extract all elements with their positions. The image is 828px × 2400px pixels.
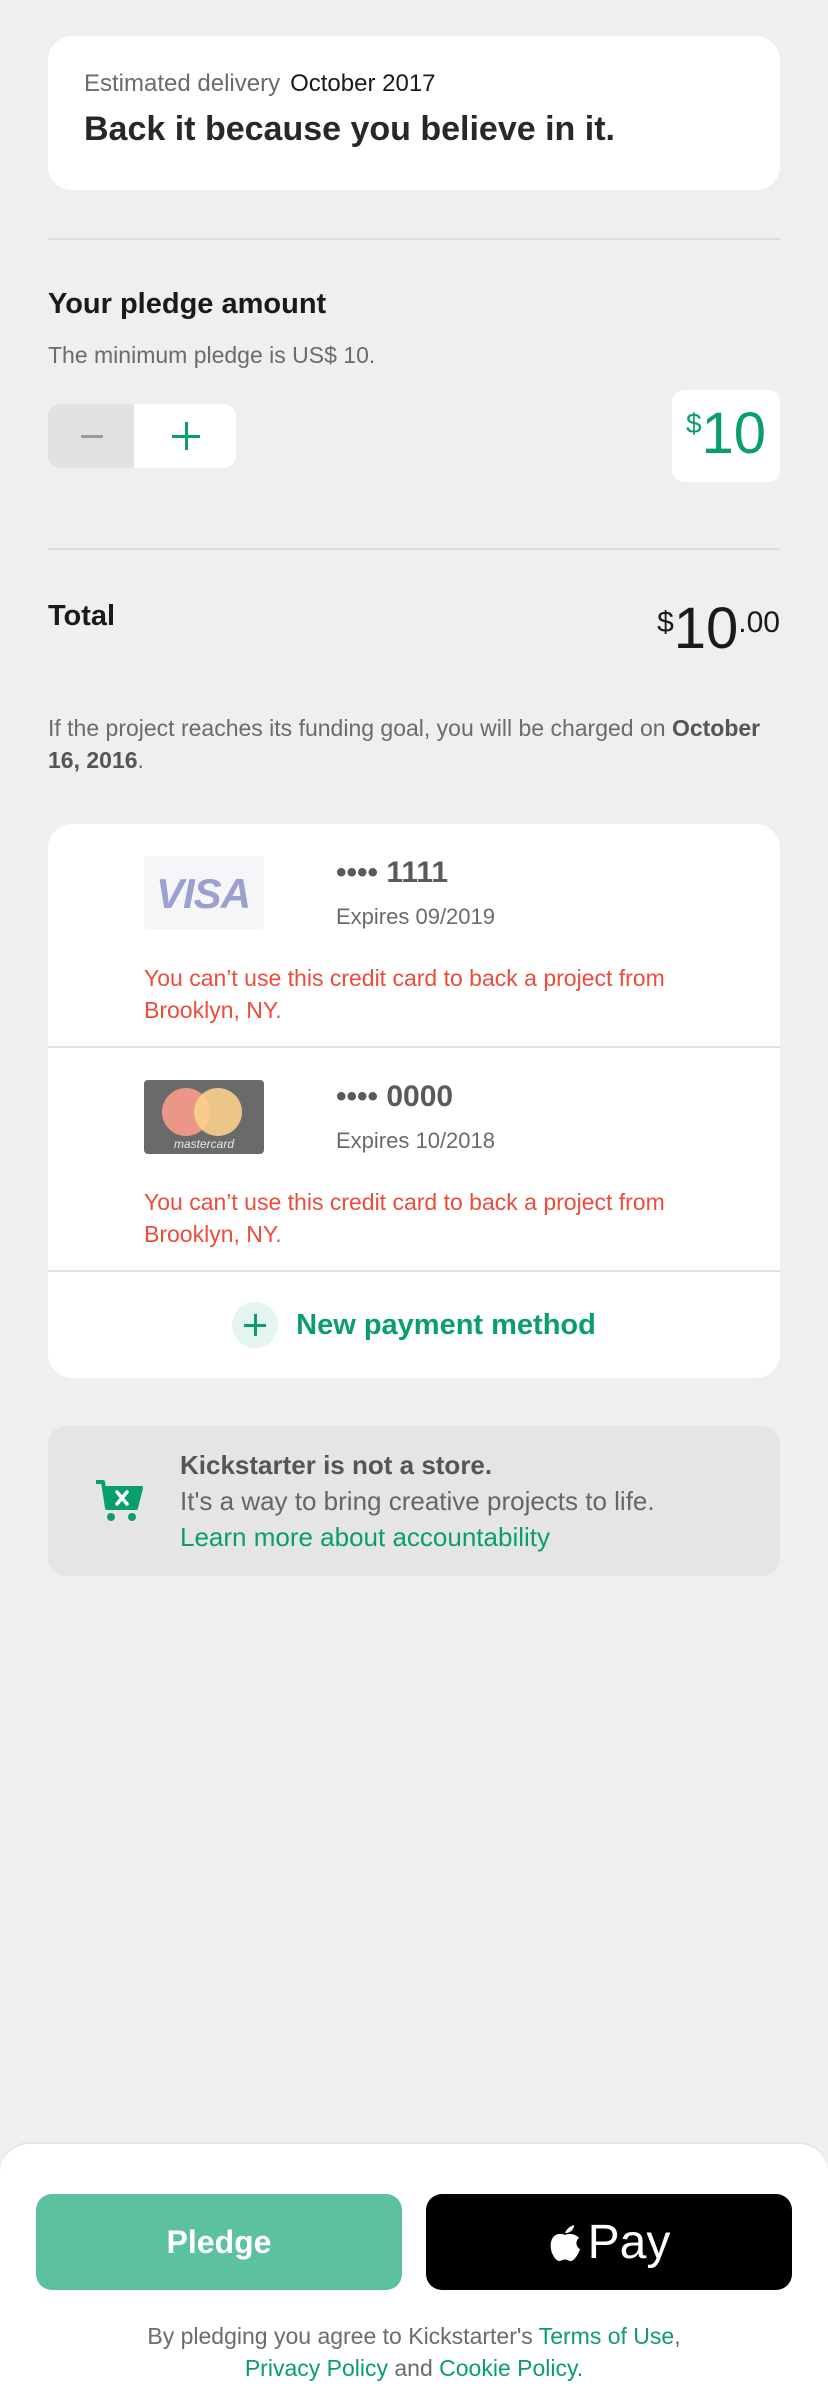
bottom-action-bar: Pledge Pay By pledging you agree to Kick… [0, 2142, 828, 2400]
estimated-delivery: Estimated delivery October 2017 [84, 70, 744, 98]
pledge-amount-input[interactable]: $ 10 [672, 390, 780, 482]
estimated-delivery-label: Estimated delivery [84, 70, 281, 97]
pledge-amount-title: Your pledge amount [48, 288, 327, 320]
new-payment-method-button[interactable]: New payment method [48, 1272, 780, 1378]
mastercard-logo-text: mastercard [173, 1137, 235, 1151]
divider [48, 548, 780, 550]
card-expiry: Expires 09/2019 [336, 904, 495, 929]
delivery-tagline: Back it because you believe in it. [84, 110, 615, 148]
charge-notice: If the project reaches its funding goal,… [48, 712, 780, 776]
total-amount: $ 10 .00 [657, 600, 780, 658]
privacy-policy-link[interactable]: Privacy Policy [245, 2355, 388, 2381]
pledge-button[interactable]: Pledge [36, 2194, 402, 2290]
card-number: •••• 1111 [336, 856, 449, 889]
total-whole: 10 [673, 596, 739, 661]
visa-logo-text: VISA [156, 870, 251, 917]
pledge-currency-symbol: $ [685, 408, 702, 439]
payment-methods-card: VISA •••• 1111 Expires 09/2019 You can’t… [48, 824, 780, 1378]
pledge-stepper [48, 404, 236, 468]
shopping-cart-icon [96, 1480, 143, 1521]
cookie-policy-link[interactable]: Cookie Policy [439, 2355, 577, 2381]
pledge-screen: Estimated delivery October 2017 Back it b… [0, 0, 828, 2400]
total-label: Total [48, 600, 116, 632]
pledge-amount-value: 10 [701, 401, 767, 466]
legal-and: and [394, 2355, 433, 2381]
total-cents: .00 [738, 606, 780, 639]
store-notice-title: Kickstarter is not a store. [180, 1450, 493, 1480]
pledge-minimum-text: The minimum pledge is US$ 10. [48, 342, 376, 368]
card-error-message: You can’t use this credit card to back a… [144, 965, 665, 1023]
charge-notice-end: . [137, 747, 144, 773]
payment-method-mastercard[interactable]: mastercard •••• 0000 Expires 10/2018 You… [48, 1048, 780, 1272]
mastercard-logo-icon: mastercard [144, 1080, 264, 1154]
card-number: •••• 0000 [336, 1080, 454, 1113]
divider [48, 238, 780, 240]
not-a-store-notice: Kickstarter is not a store. It's a way t… [48, 1426, 780, 1576]
visa-logo-icon: VISA [144, 856, 264, 930]
card-error-message: You can’t use this credit card to back a… [144, 1189, 665, 1247]
accountability-link[interactable]: Learn more about accountability [180, 1522, 550, 1553]
apple-pay-label: Pay [587, 2215, 671, 2269]
legal-end: . [576, 2355, 584, 2381]
apple-pay-button[interactable]: Pay [426, 2194, 792, 2290]
legal-comma: , [674, 2323, 681, 2349]
terms-of-use-link[interactable]: Terms of Use [539, 2323, 674, 2349]
new-payment-method-label: New payment method [296, 1308, 596, 1341]
total-currency-symbol: $ [657, 606, 674, 639]
card-expiry: Expires 10/2018 [336, 1128, 495, 1153]
estimated-delivery-date: October 2017 [290, 70, 436, 97]
delivery-card: Estimated delivery October 2017 Back it b… [48, 36, 780, 190]
apple-logo-icon [550, 2225, 580, 2262]
plus-circle-icon [232, 1302, 279, 1348]
legal-prefix: By pledging you agree to Kickstarter's [147, 2323, 533, 2349]
increase-pledge-button[interactable] [134, 404, 236, 468]
legal-notice: By pledging you agree to Kickstarter's T… [0, 2320, 828, 2384]
charge-notice-text: If the project reaches its funding goal,… [48, 715, 666, 741]
payment-method-visa[interactable]: VISA •••• 1111 Expires 09/2019 You can’t… [48, 824, 780, 1048]
store-notice-subtitle: It's a way to bring creative projects to… [180, 1486, 655, 1516]
decrease-pledge-button[interactable] [48, 404, 134, 468]
